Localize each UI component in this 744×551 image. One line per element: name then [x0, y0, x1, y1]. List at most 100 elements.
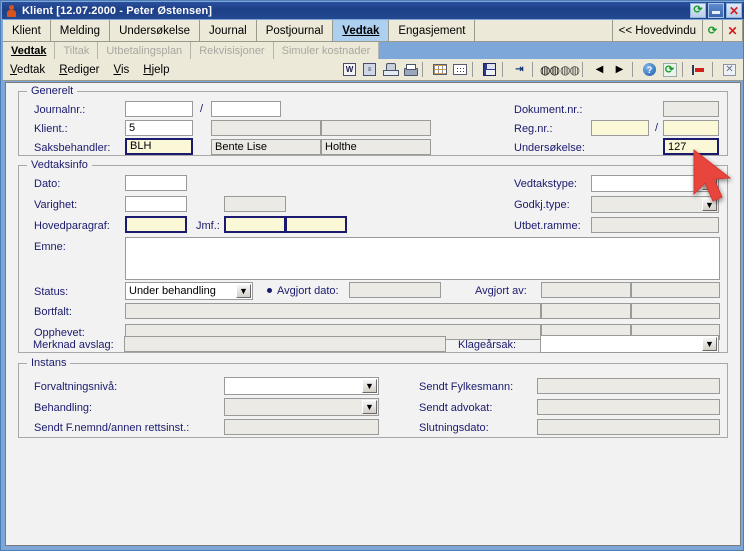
document-template-icon[interactable]: ≡	[360, 61, 379, 79]
close-icon[interactable]: ✕	[720, 61, 739, 79]
label-avgjort-dato: Avgjort dato:	[277, 285, 339, 297]
fieldset-vedtaksinfo: Vedtaksinfo Dato: Varighet: Hovedparagra…	[18, 159, 728, 353]
input-avgjort-av-2	[631, 282, 720, 298]
menu-bar: Vedtak Rediger Vis Hjelp W ≡ ⇥ ◍◍ ◍◍ ◀ ▶…	[3, 59, 743, 81]
input-bortfalt	[125, 303, 541, 319]
input-varighet[interactable]	[125, 196, 187, 212]
input-avgjort-dato	[349, 282, 441, 298]
toolbar-separator-8	[712, 62, 717, 77]
word-export-icon[interactable]: W	[340, 61, 359, 79]
main-tab-strip: Klient Melding Undersøkelse Journal Post…	[3, 20, 743, 42]
chevron-down-icon[interactable]: ▼	[362, 379, 377, 393]
input-journalnr-2[interactable]	[211, 101, 281, 117]
select-godkjtype[interactable]: ▼	[591, 196, 719, 213]
input-jmf-2[interactable]	[285, 216, 347, 233]
print-icon[interactable]	[400, 61, 419, 79]
next-record-icon[interactable]: ▶	[610, 61, 629, 79]
input-klient-nr[interactable]: 5	[125, 120, 193, 136]
find-next-icon[interactable]: ◍◍	[560, 61, 580, 79]
input-slutningsdato	[537, 419, 720, 435]
input-utbetramme	[591, 217, 719, 233]
legend-vedtaksinfo: Vedtaksinfo	[27, 159, 92, 171]
toolbar-separator-6	[632, 62, 637, 77]
input-klient-firstname	[211, 120, 321, 136]
toolbar-separator-1	[422, 62, 427, 77]
label-sendt-advokat: Sendt advokat:	[419, 402, 493, 414]
regnr-separator: /	[655, 122, 659, 134]
menu-rediger[interactable]: Rediger	[52, 64, 106, 76]
avgjort-dato-bullet-icon	[267, 288, 272, 293]
form-client-area: Generelt Journalnr.: / Klient.: 5 Saksbe…	[5, 82, 741, 546]
application-window: Klient [12.07.2000 - Peter Østensen] ⟳ ✕…	[0, 0, 744, 551]
label-vedtakstype: Vedtakstype:	[514, 178, 577, 190]
help-icon[interactable]: ?	[640, 61, 659, 79]
label-sendt-fylkesmann: Sendt Fylkesmann:	[419, 381, 514, 393]
label-jmf: Jmf.:	[196, 220, 220, 232]
menu-vedtak[interactable]: Vedtak	[3, 64, 52, 76]
input-saksbehandler-code[interactable]: BLH	[125, 138, 193, 155]
toolbar-separator-4	[532, 62, 537, 77]
exit-icon[interactable]	[690, 61, 709, 79]
subtab-vedtak[interactable]: Vedtak	[3, 42, 56, 59]
chevron-down-icon[interactable]: ▼	[362, 400, 377, 414]
save-icon[interactable]	[480, 61, 499, 79]
menu-hjelp[interactable]: Hjelp	[136, 64, 176, 76]
tab-undersokelse[interactable]: Undersøkelse	[110, 20, 201, 41]
label-bortfalt: Bortfalt:	[34, 306, 72, 318]
titlebar-refresh-icon[interactable]: ⟳	[690, 3, 706, 18]
chevron-down-icon[interactable]: ▼	[702, 337, 717, 351]
input-undersokelse[interactable]: 127	[663, 138, 719, 155]
tab-journal[interactable]: Journal	[200, 20, 257, 41]
detail-view-icon[interactable]	[450, 61, 469, 79]
label-hovedparagraf: Hovedparagraf:	[34, 220, 110, 232]
title-bar: Klient [12.07.2000 - Peter Østensen] ⟳ ✕	[2, 2, 744, 19]
input-journalnr[interactable]	[125, 101, 193, 117]
toolbar-separator-3	[502, 62, 507, 77]
chevron-down-icon[interactable]: ▼	[236, 284, 251, 298]
tab-klient[interactable]: Klient	[3, 20, 51, 41]
input-regnr[interactable]	[591, 120, 649, 136]
tab-vedtak[interactable]: Vedtak	[333, 20, 390, 41]
tab-engasjement[interactable]: Engasjement	[389, 20, 476, 41]
tabstrip-close-icon[interactable]: ✕	[723, 20, 743, 41]
titlebar-minimize-button[interactable]	[708, 3, 724, 18]
input-hovedparagraf[interactable]	[125, 216, 187, 233]
input-bortfalt-2	[541, 303, 631, 319]
tab-postjournal[interactable]: Postjournal	[256, 20, 334, 41]
select-behandling[interactable]: ▼	[224, 398, 379, 416]
input-emne[interactable]	[125, 237, 720, 280]
input-saksbehandler-firstname: Bente Lise	[211, 139, 321, 155]
menu-rediger-rest: ediger	[67, 63, 100, 76]
fieldset-instans: Instans Forvaltningsnivå: ▼ Behandling: …	[18, 357, 728, 438]
subtab-rekvisisjoner: Rekvisisjoner	[191, 42, 274, 59]
titlebar-close-icon[interactable]: ✕	[726, 3, 742, 18]
previous-record-icon[interactable]: ◀	[590, 61, 609, 79]
menu-vedtak-accel: V	[10, 63, 18, 76]
chevron-down-icon[interactable]: ▼	[702, 177, 717, 190]
label-avgjort-av: Avgjort av:	[475, 285, 527, 297]
select-vedtakstype[interactable]: ▼	[591, 175, 719, 192]
select-klagearsak[interactable]: ▼	[540, 335, 719, 353]
select-forvaltningsniva[interactable]: ▼	[224, 377, 379, 395]
stamp-icon[interactable]	[380, 61, 399, 79]
input-jmf[interactable]	[224, 216, 286, 233]
select-status[interactable]: Under behandling ▼	[125, 282, 253, 300]
subtab-tiltak: Tiltak	[55, 42, 99, 59]
menu-vis[interactable]: Vis	[106, 64, 136, 76]
label-slutningsdato: Slutningsdato:	[419, 422, 489, 434]
input-dato[interactable]	[125, 175, 187, 191]
indent-icon[interactable]: ⇥	[510, 61, 529, 79]
input-regnr-2[interactable]	[663, 120, 719, 136]
tabstrip-refresh-icon[interactable]: ⟳	[703, 20, 723, 41]
label-emne: Emne:	[34, 241, 66, 253]
menu-vedtak-rest: edtak	[17, 63, 46, 76]
table-view-icon[interactable]	[430, 61, 449, 79]
menu-rediger-accel: R	[59, 63, 68, 76]
toolbar-separator-2	[472, 62, 477, 77]
find-icon[interactable]: ◍◍	[540, 61, 560, 79]
hovedvindu-button[interactable]: << Hovedvindu	[612, 20, 703, 41]
refresh-icon[interactable]: ⟳	[660, 61, 679, 79]
chevron-down-icon[interactable]: ▼	[702, 198, 717, 211]
menu-vis-accel: V	[113, 63, 121, 76]
tab-melding[interactable]: Melding	[50, 20, 111, 41]
